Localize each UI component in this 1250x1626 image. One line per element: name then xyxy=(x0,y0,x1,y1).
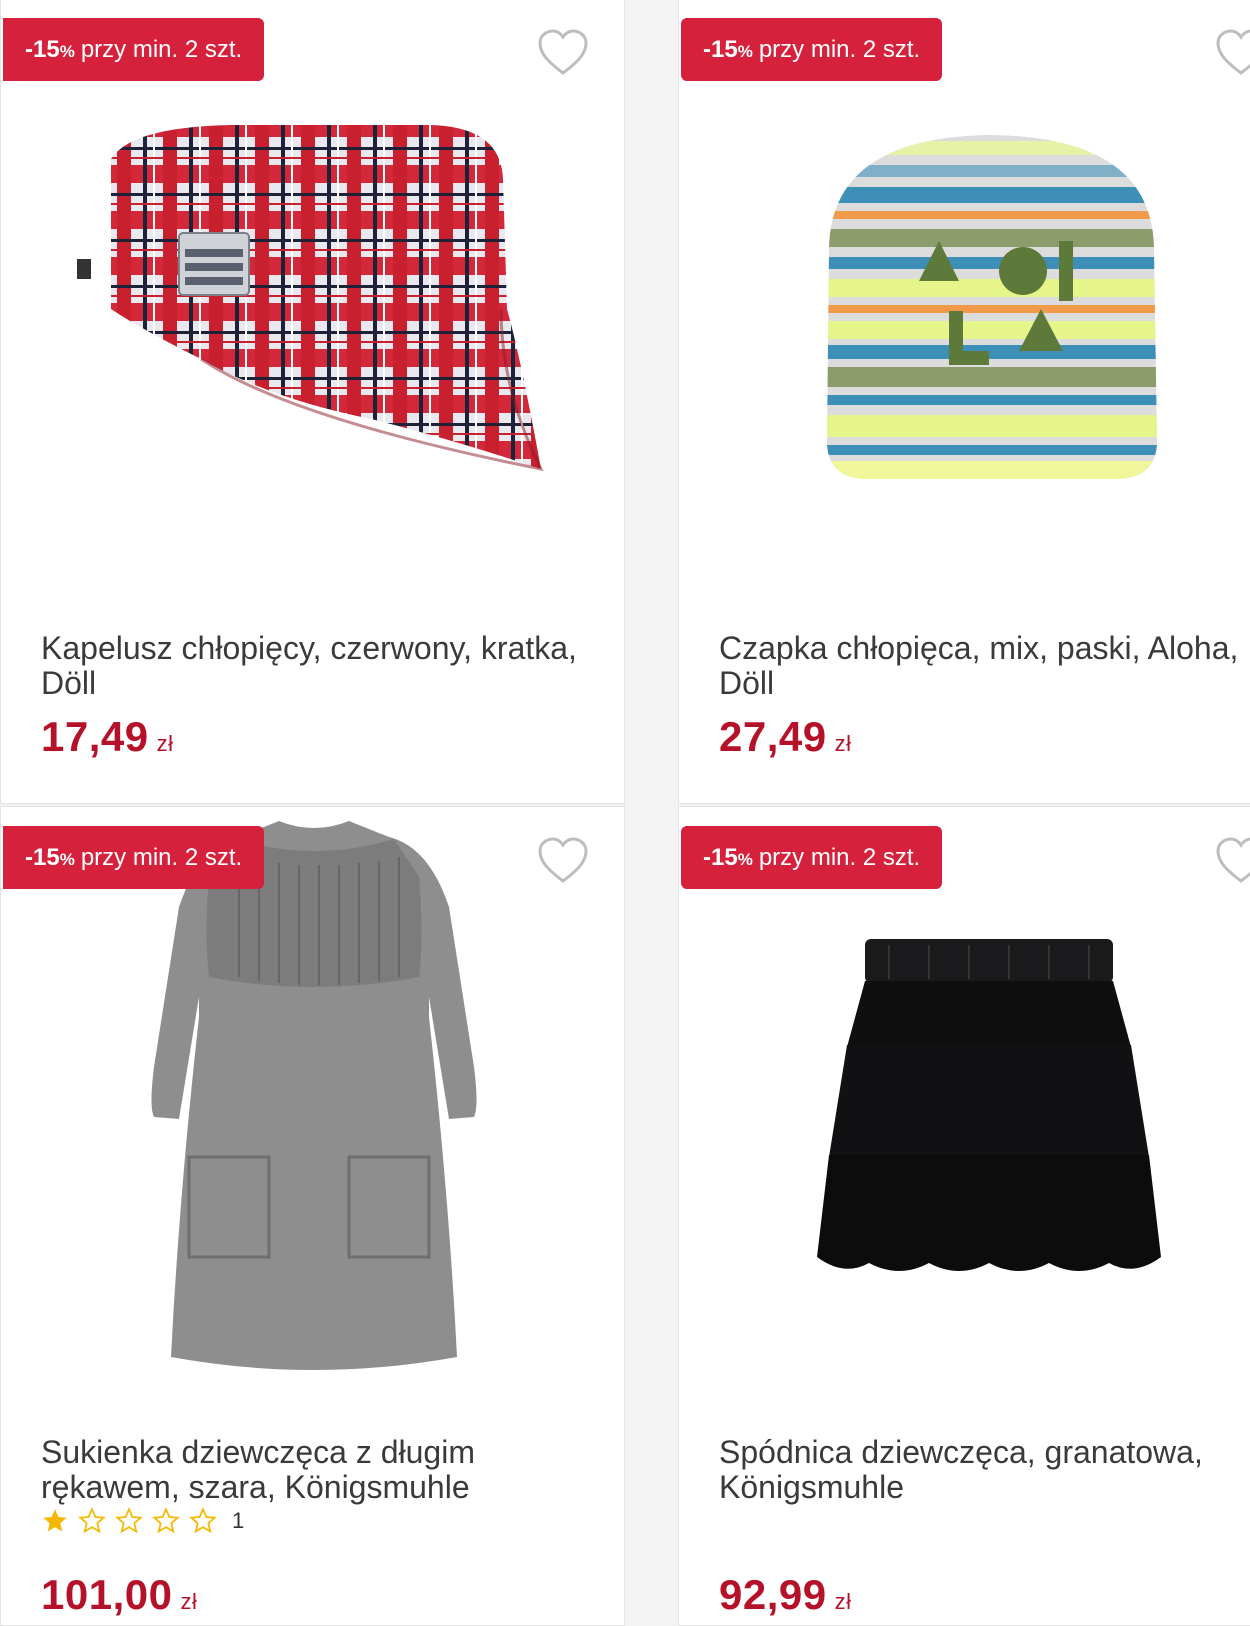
product-grid: -15% przy min. 2 szt. Kapelusz chłopięcy… xyxy=(0,0,1250,1626)
product-title[interactable]: Czapka chłopięca, mix, paski, Aloha, Döl… xyxy=(719,631,1250,701)
product-card-dress[interactable]: -15% przy min. 2 szt. Sukienka dziewczęc… xyxy=(0,806,625,1626)
star-empty-icon xyxy=(189,1507,217,1534)
star-empty-icon xyxy=(152,1507,180,1534)
product-title[interactable]: Spódnica dziewczęca, granatowa, Königsmu… xyxy=(719,1435,1250,1505)
rating-count: 1 xyxy=(232,1508,245,1533)
product-card-beanie[interactable]: -15% przy min. 2 szt. Czapka chłopięca, … xyxy=(678,0,1250,804)
promo-badge: -15% przy min. 2 szt. xyxy=(3,826,265,889)
promo-badge: -15% przy min. 2 szt. xyxy=(3,18,265,81)
promo-badge: -15% przy min. 2 szt. xyxy=(681,18,943,81)
heart-icon[interactable] xyxy=(537,29,589,77)
product-title[interactable]: Sukienka dziewczęca z długim rękawem, sz… xyxy=(41,1435,581,1505)
promo-badge-text: przy min. 2 szt. xyxy=(758,35,921,63)
product-price: 17,49 zł xyxy=(41,713,174,760)
star-empty-icon xyxy=(115,1507,143,1534)
rating-stars: 1 xyxy=(41,1507,244,1535)
product-title[interactable]: Kapelusz chłopięcy, czerwony, kratka, Dö… xyxy=(41,631,581,701)
product-card-skirt[interactable]: -15% przy min. 2 szt. Spódnica dziewczęc… xyxy=(678,806,1250,1626)
product-card-hat[interactable]: -15% przy min. 2 szt. Kapelusz chłopięcy… xyxy=(0,0,625,804)
product-price: 27,49 zł xyxy=(719,713,852,760)
grey-knit-dress-image[interactable] xyxy=(129,817,499,1377)
product-price: 101,00 zł xyxy=(41,1571,198,1618)
promo-badge: -15% przy min. 2 szt. xyxy=(681,826,943,889)
tulle-skirt-image[interactable] xyxy=(809,937,1169,1297)
heart-icon[interactable] xyxy=(1215,29,1250,77)
promo-badge-text: przy min. 2 szt. xyxy=(758,843,921,871)
plaid-hat-image[interactable] xyxy=(71,119,571,489)
product-price: 92,99 zł xyxy=(719,1571,852,1618)
striped-beanie-image[interactable] xyxy=(819,131,1164,483)
promo-badge-text: przy min. 2 szt. xyxy=(80,35,243,63)
heart-icon[interactable] xyxy=(1215,837,1250,885)
star-filled-icon xyxy=(43,1509,67,1532)
promo-badge-text: przy min. 2 szt. xyxy=(80,843,243,871)
heart-icon[interactable] xyxy=(537,837,589,885)
star-empty-icon xyxy=(78,1507,106,1534)
